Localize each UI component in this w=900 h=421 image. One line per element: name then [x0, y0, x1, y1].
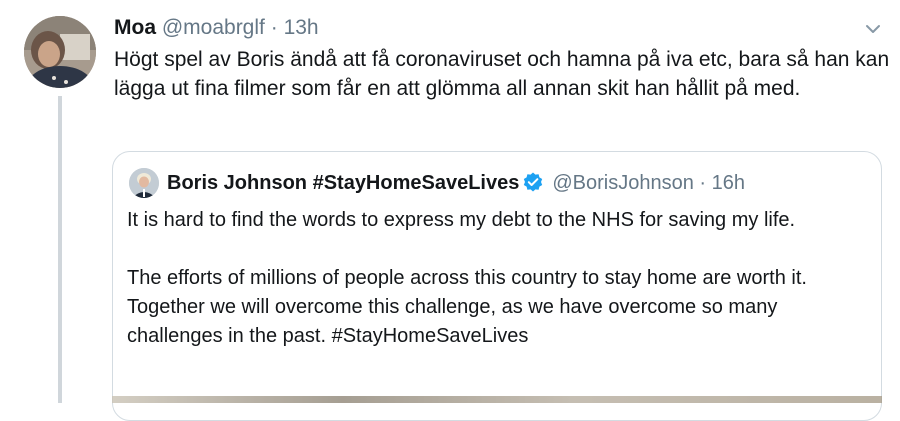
quoted-timestamp[interactable]: 16h [712, 172, 745, 194]
tweet[interactable]: Moa @moabrglf · 13h Högt spel av Boris ä… [0, 0, 900, 421]
quoted-author-handle[interactable]: @BorisJohnson [552, 172, 693, 194]
author-name[interactable]: Moa [114, 16, 156, 39]
tweet-header: Moa @moabrglf · 13h [114, 14, 319, 42]
thread-line [58, 96, 62, 403]
quoted-tweet[interactable]: Boris Johnson #StayHomeSaveLives @BorisJ… [112, 151, 882, 421]
tweet-timestamp[interactable]: 13h [284, 16, 319, 39]
separator-dot: · [270, 16, 278, 39]
quoted-text: It is hard to find the words to express … [127, 206, 857, 351]
quoted-separator-dot: · [699, 172, 707, 194]
quoted-paragraph-1: It is hard to find the words to express … [127, 209, 796, 231]
quoted-author-name[interactable]: Boris Johnson #StayHomeSaveLives [167, 172, 519, 194]
chevron-down-icon[interactable] [862, 18, 884, 40]
avatar[interactable] [24, 16, 96, 88]
author-handle[interactable]: @moabrglf [162, 16, 265, 39]
tweet-text: Högt spel av Boris ändå att få coronavir… [114, 48, 890, 100]
quoted-header: Boris Johnson #StayHomeSaveLives @BorisJ… [167, 169, 745, 197]
quoted-paragraph-2: The efforts of millions of people across… [127, 267, 807, 347]
quoted-avatar[interactable] [129, 168, 159, 198]
media-preview-edge [112, 396, 882, 403]
verified-badge-icon [522, 171, 544, 193]
